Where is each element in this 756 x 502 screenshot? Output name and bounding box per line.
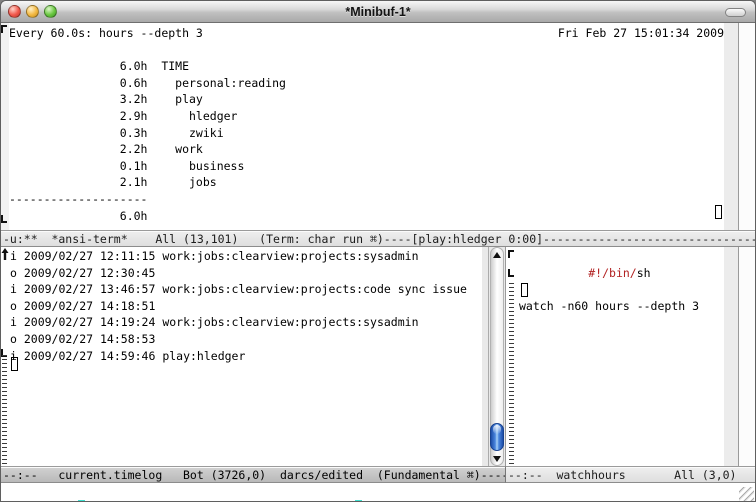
shebang-comment: #!/bin/ <box>588 266 636 280</box>
watch-header: Every 60.0s: hours --depth 3 Fri Feb 27 … <box>9 25 724 42</box>
right-fringe <box>724 247 738 466</box>
bottom-left-angle-icon <box>508 269 514 277</box>
watch-command: Every 60.0s: hours --depth 3 <box>9 25 203 42</box>
watch-output: Every 60.0s: hours --depth 3 Fri Feb 27 … <box>9 23 724 230</box>
right-fringe <box>724 23 738 230</box>
toolbar-pill-button[interactable] <box>725 8 746 17</box>
left-fringe <box>1 23 9 230</box>
timelog-buffer[interactable]: i 2009/02/27 12:11:15 work:jobs:clearvie… <box>1 247 506 466</box>
scrollbar-thumb[interactable] <box>490 423 504 451</box>
scroll-down-icon[interactable] <box>493 456 501 462</box>
empty-lines-icon <box>509 283 514 466</box>
left-fringe <box>506 247 519 466</box>
bottom-left-angle-icon <box>1 215 7 223</box>
hours-report: 6.0h TIME 0.6h personal:reading 3.2h pla… <box>9 42 724 225</box>
timelog-cursor <box>11 357 18 371</box>
watch-datetime: Fri Feb 27 15:01:34 2009 <box>558 25 724 42</box>
timelog-entries: i 2009/02/27 12:11:15 work:jobs:clearvie… <box>10 247 482 466</box>
script-source: #!/bin/sh watch -n60 hours --depth 3 <box>519 247 724 466</box>
script-line: watch -n60 hours --depth 3 <box>519 298 724 315</box>
up-arrow-icon <box>1 248 9 263</box>
window-title: *Minibuf-1* <box>1 5 755 19</box>
modeline-watchhours: --:-- watchhours All (3,0) <box>506 466 755 483</box>
empty-lines-icon <box>2 355 7 466</box>
script-cursor <box>521 283 528 297</box>
ansi-term-buffer[interactable]: Every 60.0s: hours --depth 3 Fri Feb 27 … <box>1 23 755 230</box>
timelog-scrollbar[interactable] <box>488 247 505 466</box>
scroll-up-icon[interactable] <box>493 252 501 258</box>
emacs-frame: *Minibuf-1* Every 60.0s: hours --depth 3… <box>0 0 756 502</box>
minibuffer[interactable]: Redo: (ansi-term "/Users/simon/bin/watch… <box>1 483 755 502</box>
terminal-cursor <box>715 205 722 219</box>
shebang-interpreter: sh <box>637 266 651 280</box>
top-left-angle-icon <box>508 250 514 258</box>
top-left-angle-icon <box>1 25 7 33</box>
titlebar[interactable]: *Minibuf-1* <box>1 1 755 23</box>
left-fringe <box>1 247 10 466</box>
resize-grip-icon[interactable] <box>739 487 754 502</box>
modeline-timelog: --:-- current.timelog Bot (3726,0) darcs… <box>1 466 506 483</box>
scrollbar-track-empty[interactable] <box>738 23 755 230</box>
scrollbar-track-empty[interactable] <box>738 247 755 466</box>
modeline-ansi-term: -u:** *ansi-term* All (13,101) (Term: ch… <box>1 230 755 247</box>
watchhours-buffer[interactable]: #!/bin/sh watch -n60 hours --depth 3 <box>506 247 755 466</box>
